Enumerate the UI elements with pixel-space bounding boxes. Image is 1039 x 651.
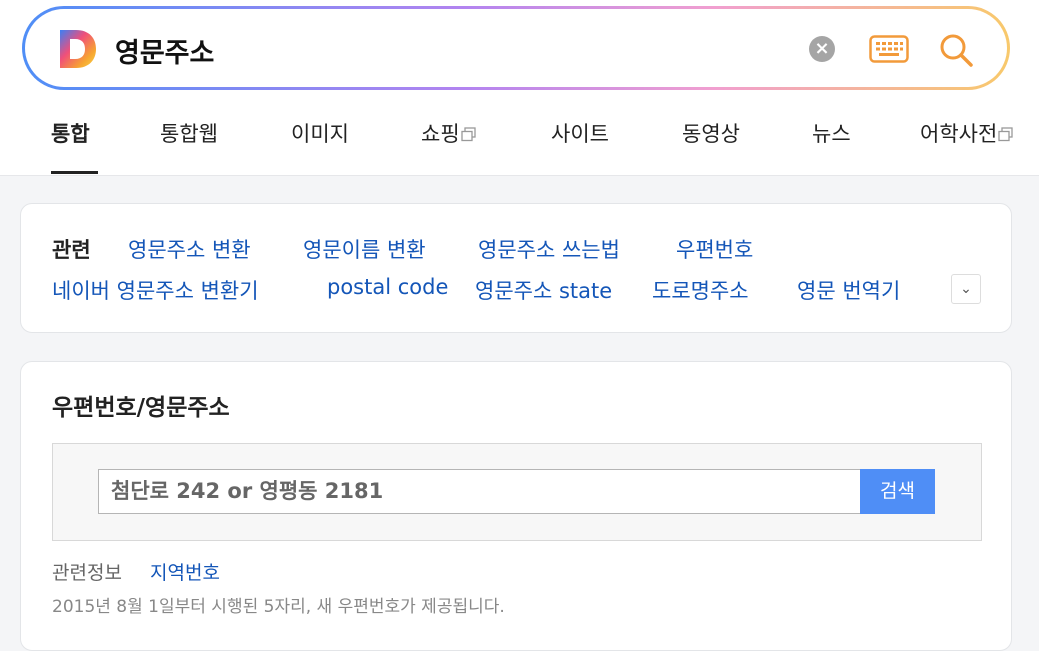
active-tab-indicator bbox=[51, 171, 98, 174]
related-link[interactable]: 우편번호 bbox=[676, 234, 753, 264]
related-link[interactable]: 영문 번역기 bbox=[797, 275, 900, 305]
postal-search-box: 첨단로 242 or 영평동 2181 검색 bbox=[52, 443, 982, 541]
postal-title: 우편번호/영문주소 bbox=[52, 395, 230, 421]
chevron-down-icon[interactable]: ⌄ bbox=[951, 274, 981, 304]
related-link[interactable]: postal code bbox=[327, 275, 448, 299]
tab-images[interactable]: 이미지 bbox=[291, 118, 349, 148]
tab-news[interactable]: 뉴스 bbox=[812, 118, 851, 148]
tab-dictionary-label: 어학사전 bbox=[920, 122, 998, 146]
related-link[interactable]: 영문주소 쓰는법 bbox=[478, 234, 620, 264]
search-input[interactable]: 영문주소 bbox=[115, 31, 214, 70]
related-info-label: 관련정보 bbox=[52, 562, 122, 584]
keyboard-icon[interactable] bbox=[869, 35, 909, 63]
tab-site[interactable]: 사이트 bbox=[551, 118, 609, 148]
related-searches-card: 관련 영문주소 변환 영문이름 변환 영문주소 쓰는법 우편번호 네이버 영문주… bbox=[20, 203, 1012, 333]
tab-bar: 통합 통합웹 이미지 쇼핑 사이트 동영상 뉴스 어학사전 bbox=[0, 100, 1039, 175]
tab-shopping-label: 쇼핑 bbox=[421, 122, 460, 146]
search-icon[interactable] bbox=[938, 32, 974, 68]
area-code-link[interactable]: 지역번호 bbox=[150, 558, 220, 585]
clear-icon[interactable]: × bbox=[809, 36, 835, 62]
tab-integrated-web[interactable]: 통합웹 bbox=[160, 118, 218, 148]
related-link[interactable]: 네이버 영문주소 변환기 bbox=[52, 275, 259, 305]
tab-video[interactable]: 동영상 bbox=[682, 118, 740, 148]
header: 영문주소 × 통합 통합웹 이미지 쇼핑 사이트 동영상 뉴스 어학사전 bbox=[0, 0, 1039, 176]
related-label: 관련 bbox=[52, 238, 91, 262]
tab-dictionary[interactable]: 어학사전 bbox=[920, 118, 1013, 148]
tab-shopping[interactable]: 쇼핑 bbox=[421, 118, 476, 148]
new-window-icon bbox=[460, 127, 476, 142]
related-link[interactable]: 도로명주소 bbox=[652, 275, 749, 305]
postal-notice: 2015년 8월 1일부터 시행된 5자리, 새 우편번호가 제공됩니다. bbox=[52, 597, 505, 617]
related-link[interactable]: 영문주소 변환 bbox=[128, 234, 251, 264]
postal-code-card: 우편번호/영문주소 첨단로 242 or 영평동 2181 검색 관련정보 지역… bbox=[20, 361, 1012, 651]
new-window-icon bbox=[998, 127, 1013, 142]
postal-search-input[interactable]: 첨단로 242 or 영평동 2181 bbox=[98, 469, 861, 514]
tab-integrated[interactable]: 통합 bbox=[51, 118, 90, 148]
related-link[interactable]: 영문이름 변환 bbox=[303, 234, 426, 264]
related-link[interactable]: 영문주소 state bbox=[475, 275, 612, 305]
daum-logo-icon[interactable] bbox=[58, 28, 98, 70]
postal-search-button[interactable]: 검색 bbox=[860, 469, 935, 514]
search-bar-inner: 영문주소 × bbox=[25, 9, 1007, 87]
search-bar: 영문주소 × bbox=[22, 6, 1010, 90]
